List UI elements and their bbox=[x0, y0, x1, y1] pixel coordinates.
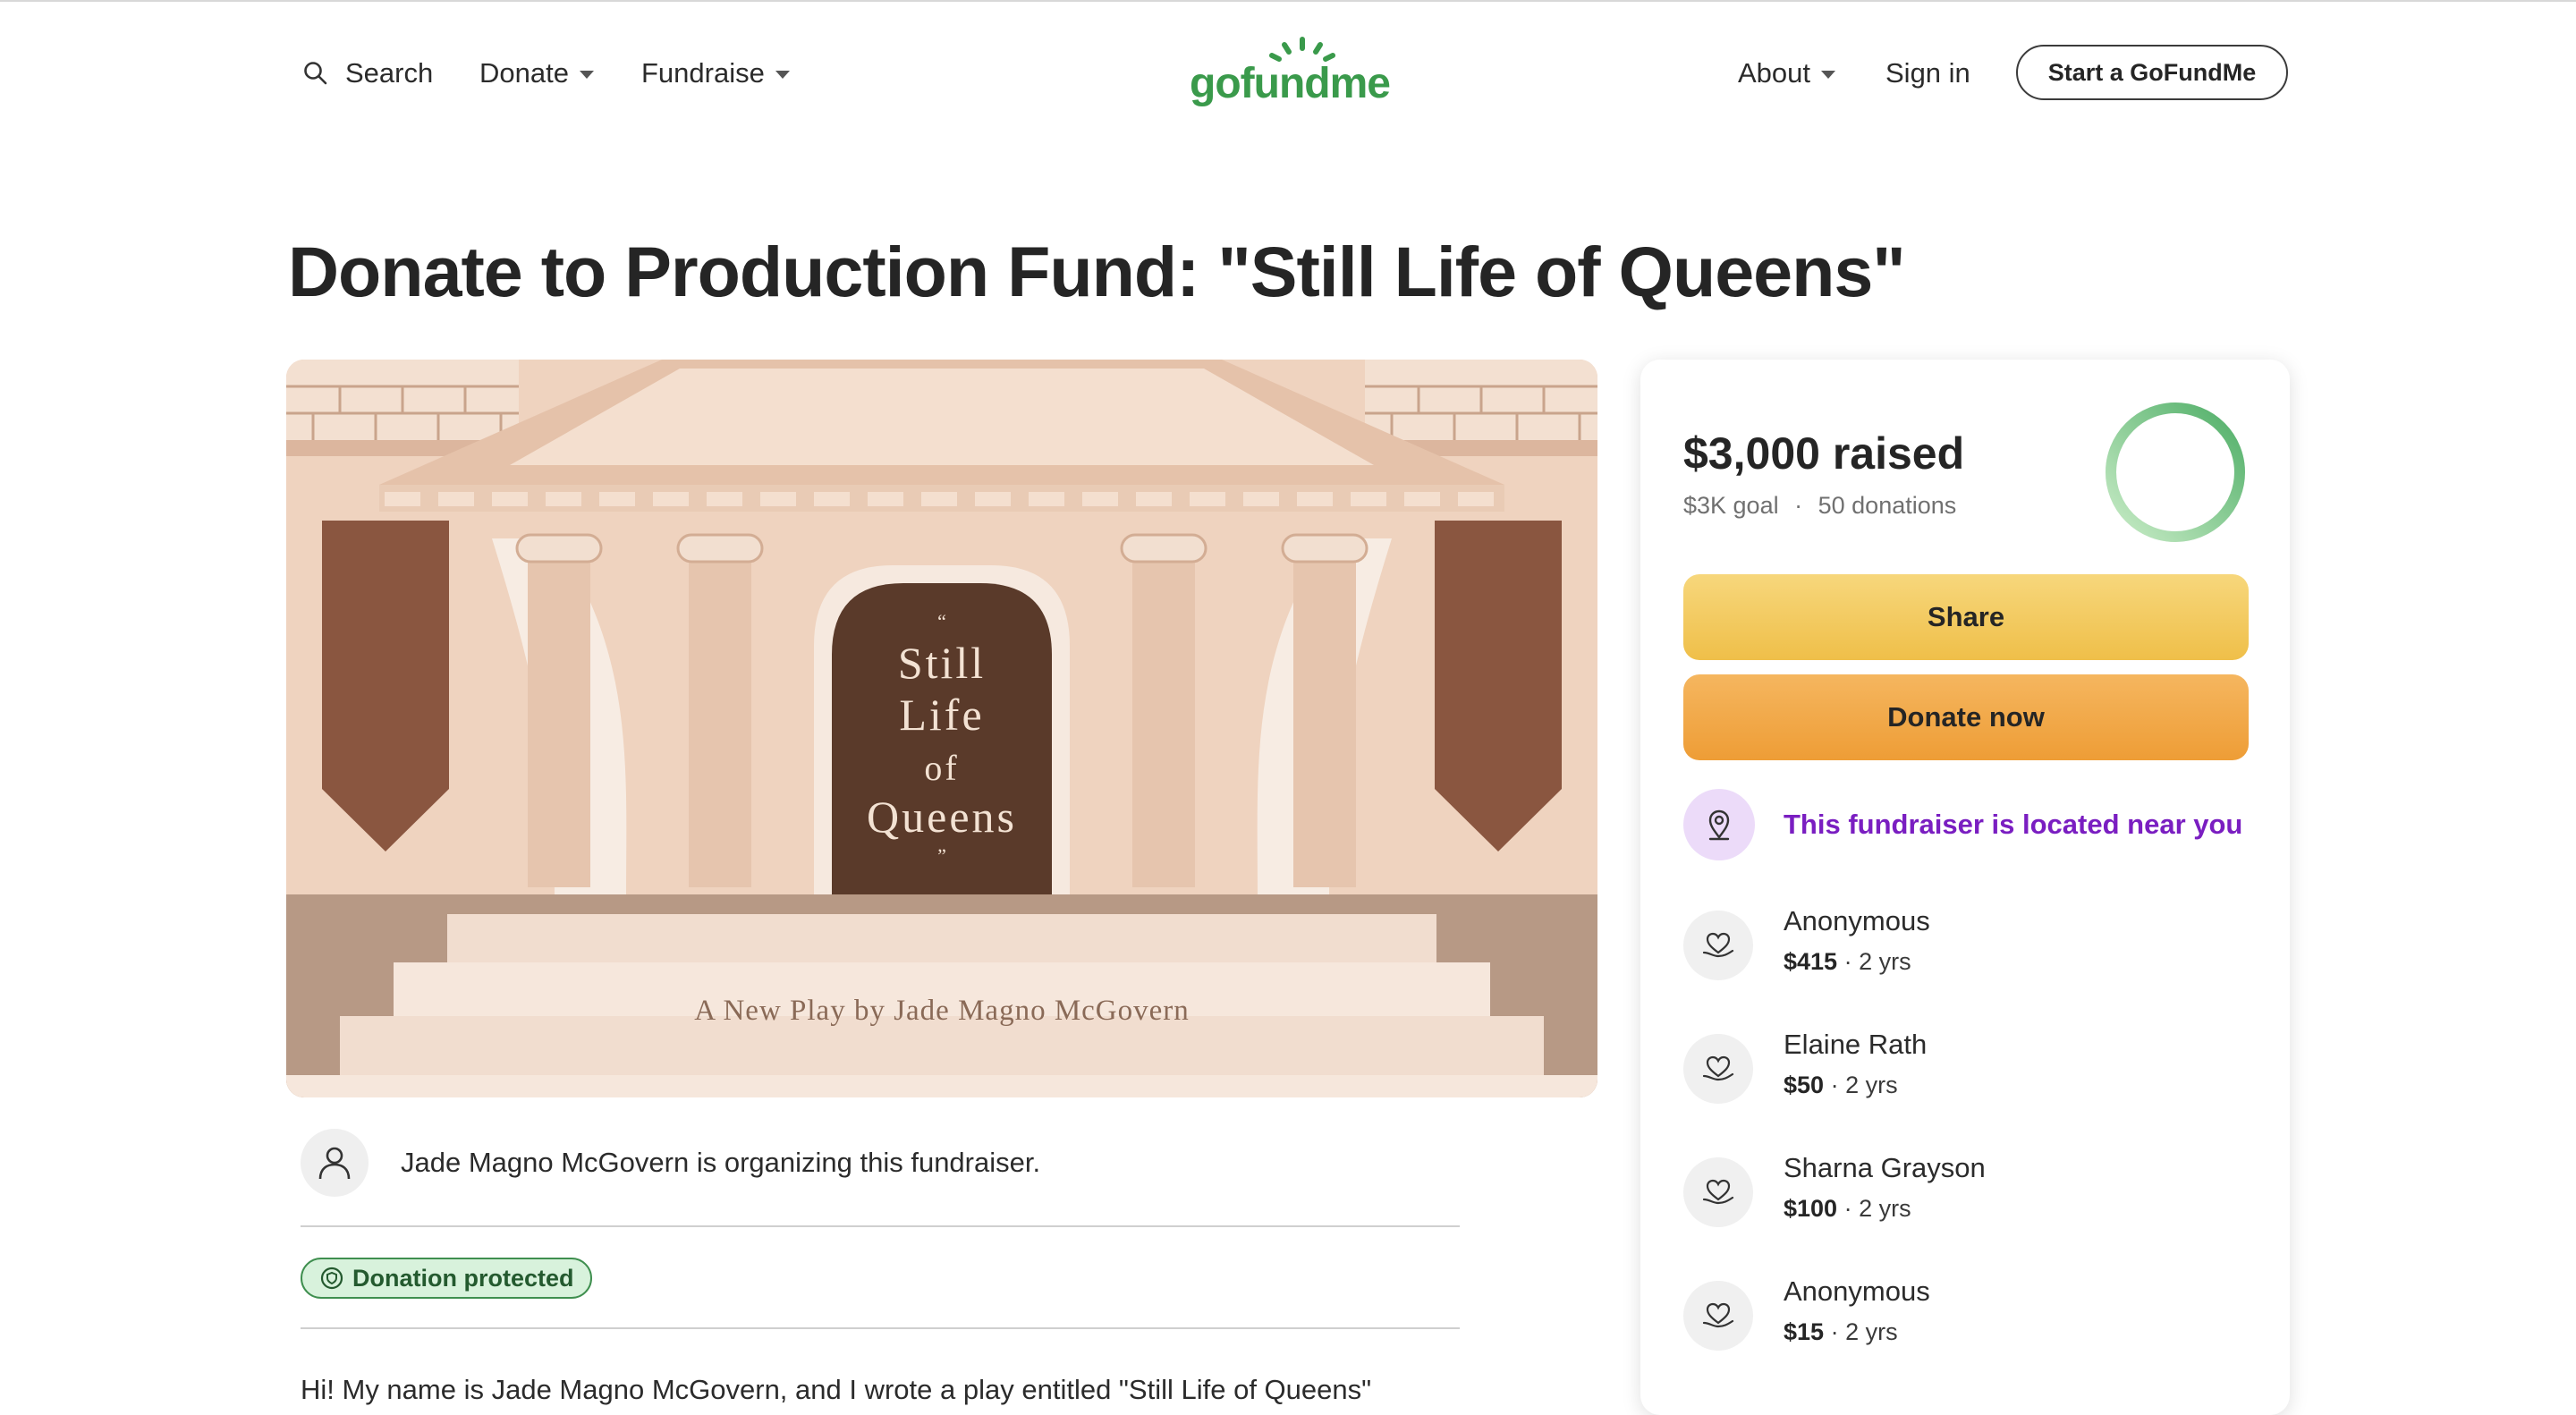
donation-count: 50 donations bbox=[1818, 492, 1957, 519]
donor-meta: $415 · 2 yrs bbox=[1784, 948, 1911, 976]
donor-meta: $100 · 2 yrs bbox=[1784, 1195, 1911, 1223]
poster-byline: A New Play by Jade Magno McGovern bbox=[694, 995, 1190, 1027]
donor-meta: $15 · 2 yrs bbox=[1784, 1318, 1898, 1346]
donor-amount: $100 bbox=[1784, 1195, 1838, 1222]
donor-time: 2 yrs bbox=[1845, 1318, 1898, 1345]
signin-label: Sign in bbox=[1885, 57, 1970, 89]
donate-now-label: Donate now bbox=[1887, 701, 2045, 733]
chevron-down-icon bbox=[1821, 70, 1836, 79]
hero-image[interactable]: “ Still Life of Queens ” A New Play by J… bbox=[286, 360, 1597, 1097]
divider bbox=[301, 1225, 1460, 1227]
play-poster: “ Still Life of Queens ” A New Play by J… bbox=[286, 360, 1597, 1097]
signin-link[interactable]: Sign in bbox=[1885, 52, 1970, 95]
search-icon bbox=[304, 62, 327, 85]
heart-hand-icon bbox=[1683, 1157, 1753, 1227]
donor-time: 2 yrs bbox=[1845, 1072, 1898, 1098]
goal-summary: $3K goal · 50 donations bbox=[1683, 492, 1956, 520]
user-icon bbox=[318, 1147, 351, 1180]
donor-amount: $15 bbox=[1784, 1318, 1825, 1345]
organizer-row[interactable]: Jade Magno McGovern is organizing this f… bbox=[301, 1129, 1463, 1197]
donation-protected-badge[interactable]: Donation protected bbox=[301, 1258, 592, 1299]
search-label: Search bbox=[345, 57, 434, 89]
story-text: Hi! My name is Jade Magno McGovern, and … bbox=[301, 1374, 1372, 1405]
poster-title-line1: Still bbox=[898, 638, 986, 688]
search-link[interactable]: Search bbox=[302, 52, 433, 95]
donation-protected-label: Donation protected bbox=[352, 1264, 574, 1292]
amount-raised: $3,000 raised bbox=[1683, 428, 1965, 479]
fundraise-menu-label: Fundraise bbox=[641, 57, 765, 89]
start-gofundme-button[interactable]: Start a GoFundMe bbox=[2016, 45, 2288, 100]
donor-name: Anonymous bbox=[1784, 1275, 1930, 1307]
donor-item: Sharna Grayson $100 · 2 yrs bbox=[1683, 1152, 2256, 1233]
heart-hand-icon bbox=[1683, 911, 1753, 980]
location-pin-icon bbox=[1683, 789, 1755, 860]
donor-separator: · bbox=[1830, 1072, 1839, 1098]
location-notice[interactable]: This fundraiser is located near you bbox=[1683, 789, 2256, 860]
poster-title-line3: of bbox=[924, 748, 959, 788]
donate-now-button[interactable]: Donate now bbox=[1683, 674, 2249, 760]
chevron-down-icon bbox=[579, 70, 594, 79]
heart-hand-icon bbox=[1683, 1034, 1753, 1104]
avatar bbox=[301, 1129, 369, 1197]
page-title: Donate to Production Fund: "Still Life o… bbox=[288, 232, 1906, 311]
progress-ring bbox=[2106, 402, 2245, 542]
poster-quote-open: “ bbox=[937, 610, 946, 632]
fundraise-menu[interactable]: Fundraise bbox=[641, 52, 790, 95]
donor-separator: · bbox=[1843, 1195, 1852, 1222]
poster-title-line2: Life bbox=[899, 690, 984, 740]
poster-title-line4: Queens bbox=[867, 792, 1017, 842]
donor-meta: $50 · 2 yrs bbox=[1784, 1072, 1898, 1099]
donor-separator: · bbox=[1830, 1318, 1839, 1345]
donor-item: Anonymous $415 · 2 yrs bbox=[1683, 905, 2256, 986]
goal-amount: $3K goal bbox=[1683, 492, 1779, 519]
donor-time: 2 yrs bbox=[1859, 948, 1911, 975]
shield-icon bbox=[320, 1267, 343, 1290]
organizer-text: Jade Magno McGovern is organizing this f… bbox=[401, 1147, 1041, 1178]
top-border bbox=[0, 0, 2576, 2]
donation-card: $3,000 raised $3K goal · 50 donations Sh… bbox=[1640, 360, 2290, 1415]
donor-name: Anonymous bbox=[1784, 905, 1930, 936]
donor-name: Elaine Rath bbox=[1784, 1029, 1928, 1060]
start-gofundme-label: Start a GoFundMe bbox=[2047, 58, 2257, 86]
donor-time: 2 yrs bbox=[1859, 1195, 1911, 1222]
chevron-down-icon bbox=[775, 70, 790, 79]
gofundme-logo[interactable]: gofundme bbox=[1190, 36, 1391, 116]
donor-separator: · bbox=[1843, 948, 1852, 975]
donor-name: Sharna Grayson bbox=[1784, 1152, 1986, 1183]
donor-amount: $415 bbox=[1784, 948, 1838, 975]
location-text: This fundraiser is located near you bbox=[1784, 809, 2243, 840]
about-menu-label: About bbox=[1738, 57, 1811, 89]
logo-text: gofundme bbox=[1190, 60, 1391, 107]
heart-hand-icon bbox=[1683, 1281, 1753, 1351]
donor-item: Anonymous $15 · 2 yrs bbox=[1683, 1275, 2256, 1356]
donor-amount: $50 bbox=[1784, 1072, 1825, 1098]
share-label: Share bbox=[1927, 601, 2005, 632]
donate-menu[interactable]: Donate bbox=[479, 52, 594, 95]
share-button[interactable]: Share bbox=[1683, 574, 2249, 660]
donate-menu-label: Donate bbox=[479, 57, 569, 89]
divider bbox=[301, 1327, 1460, 1329]
goal-separator: · bbox=[1794, 492, 1803, 519]
poster-quote-close: ” bbox=[937, 844, 946, 867]
donor-item: Elaine Rath $50 · 2 yrs bbox=[1683, 1029, 2256, 1109]
about-menu[interactable]: About bbox=[1738, 52, 1836, 95]
